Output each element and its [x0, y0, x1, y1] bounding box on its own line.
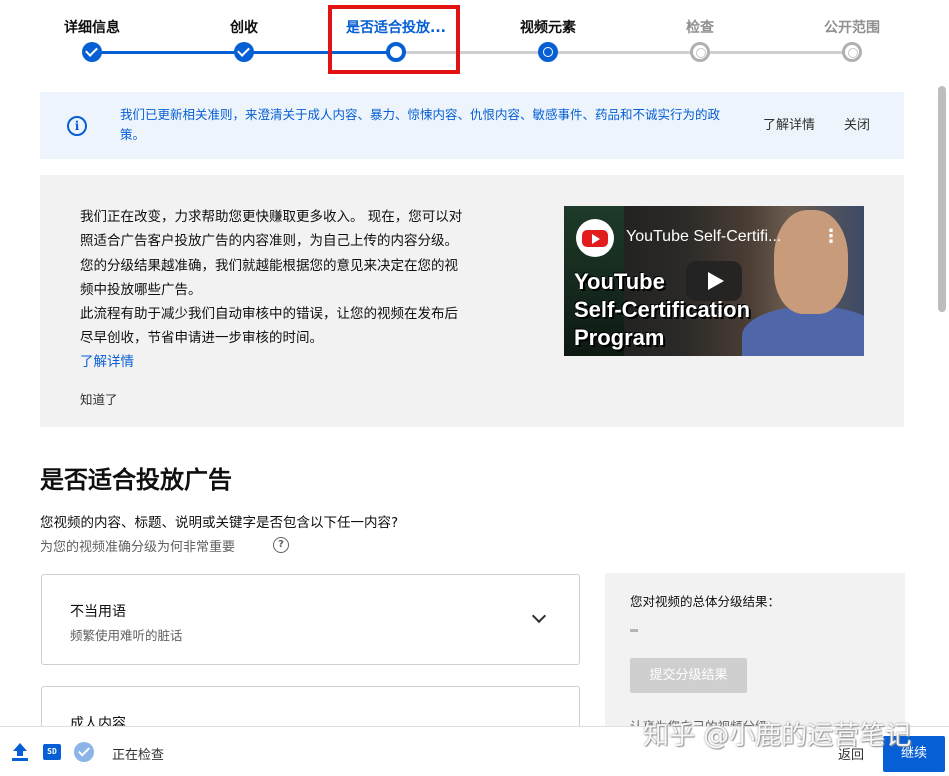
chevron-down-icon[interactable] [531, 608, 547, 624]
step-pending-icon [842, 42, 862, 62]
zhihu-watermark: 知乎 @小鹿的运营笔记 [643, 721, 912, 751]
upload-stem [17, 750, 23, 756]
checks-icon [74, 742, 94, 762]
why-rating-matters-link[interactable]: 为您的视频准确分级为何非常重要 [40, 536, 235, 555]
info-icon: i [67, 116, 87, 136]
more-vert-icon[interactable]: ⋮ [822, 226, 840, 247]
step-next-icon [538, 42, 558, 62]
overall-rating-panel: 您对视频的总体分级结果： 提交分级结果 认真为您自己的视频分级 [605, 573, 905, 734]
step-check-icon [234, 42, 254, 62]
step-pending-icon [690, 42, 710, 62]
upload-base [12, 758, 28, 761]
promo-line: 我们正在改变，力求帮助您更快赚取更多收入。 现在，您可以对 [80, 209, 463, 225]
promo-line: 照适合广告客户投放广告的内容准则，为自己上传的内容分级。 [80, 233, 458, 250]
overlay-line: Program [574, 325, 665, 350]
section-question: 您视频的内容、标题、说明或关键字是否包含以下任一内容? [40, 515, 399, 531]
self-certification-promo: 我们正在改变，力求帮助您更快赚取更多收入。 现在，您可以对 照适合广告客户投放广… [40, 175, 904, 427]
red-highlight-annotation [328, 5, 460, 74]
promo-line: 您的分级结果越准确，我们就越能根据您的意见来决定在您的视 [80, 257, 458, 274]
promo-body: 我们正在改变，力求帮助您更快赚取更多收入。 现在，您可以对 照适合广告客户投放广… [80, 205, 510, 351]
play-icon[interactable] [686, 261, 742, 301]
sd-quality-icon: SD [43, 744, 61, 760]
video-player-thumbnail[interactable]: YouTube Self-Certifi... ⋮ YouTube Self-C… [564, 206, 864, 356]
promo-dismiss-button[interactable]: 知道了 [80, 389, 118, 408]
promo-line: 此流程有助于减少我们自动审核中的错误，让您的视频在发布后 [80, 306, 458, 323]
submit-rating-button[interactable]: 提交分级结果 [630, 658, 747, 693]
promo-learn-more-link[interactable]: 了解详情 [80, 350, 134, 370]
dialog-footer: SD 正在检查 返回 继续 知乎 @小鹿的运营笔记 [0, 721, 949, 776]
category-description: 频繁使用难听的脏话 [70, 628, 183, 643]
video-title[interactable]: YouTube Self-Certifi... [626, 228, 781, 246]
progress-line-remaining [396, 51, 851, 54]
upload-stepper: 详细信息 创收 是否适合投放... 视频元素 检查 公开范围 [0, 0, 940, 80]
rating-label: 您对视频的总体分级结果： [630, 594, 781, 609]
policy-update-banner: i 我们已更新相关准则，来澄清关于成人内容、暴力、惊悚内容、仇恨内容、敏感事件、… [40, 92, 904, 159]
help-icon[interactable]: ? [273, 537, 289, 553]
status-text: 正在检查 [112, 748, 165, 763]
banner-close-button[interactable]: 关闭 [844, 114, 870, 133]
youtube-logo-icon [582, 230, 608, 247]
scrollbar-thumb[interactable] [938, 86, 946, 312]
page-title: 是否适合投放广告 [40, 466, 232, 494]
step-label: 创收 [230, 20, 258, 36]
step-label: 公开范围 [824, 20, 880, 36]
rating-value-placeholder [630, 629, 638, 632]
promo-line: 频中投放哪些广告。 [80, 281, 202, 298]
step-label: 详细信息 [64, 20, 120, 36]
promo-line: 尽早创收，节省申请进一步审核的时间。 [80, 330, 323, 347]
category-card-profanity[interactable]: 不当用语 频繁使用难听的脏话 [41, 574, 580, 665]
banner-message: 我们已更新相关准则，来澄清关于成人内容、暴力、惊悚内容、仇恨内容、敏感事件、药品… [120, 107, 721, 142]
step-check-icon [82, 42, 102, 62]
step-label: 检查 [686, 20, 714, 36]
step-label: 视频元素 [520, 20, 576, 36]
banner-learn-more-link[interactable]: 了解详情 [763, 114, 815, 133]
channel-avatar[interactable] [576, 219, 614, 257]
category-title: 不当用语 [70, 604, 126, 620]
upload-icon [12, 743, 28, 761]
